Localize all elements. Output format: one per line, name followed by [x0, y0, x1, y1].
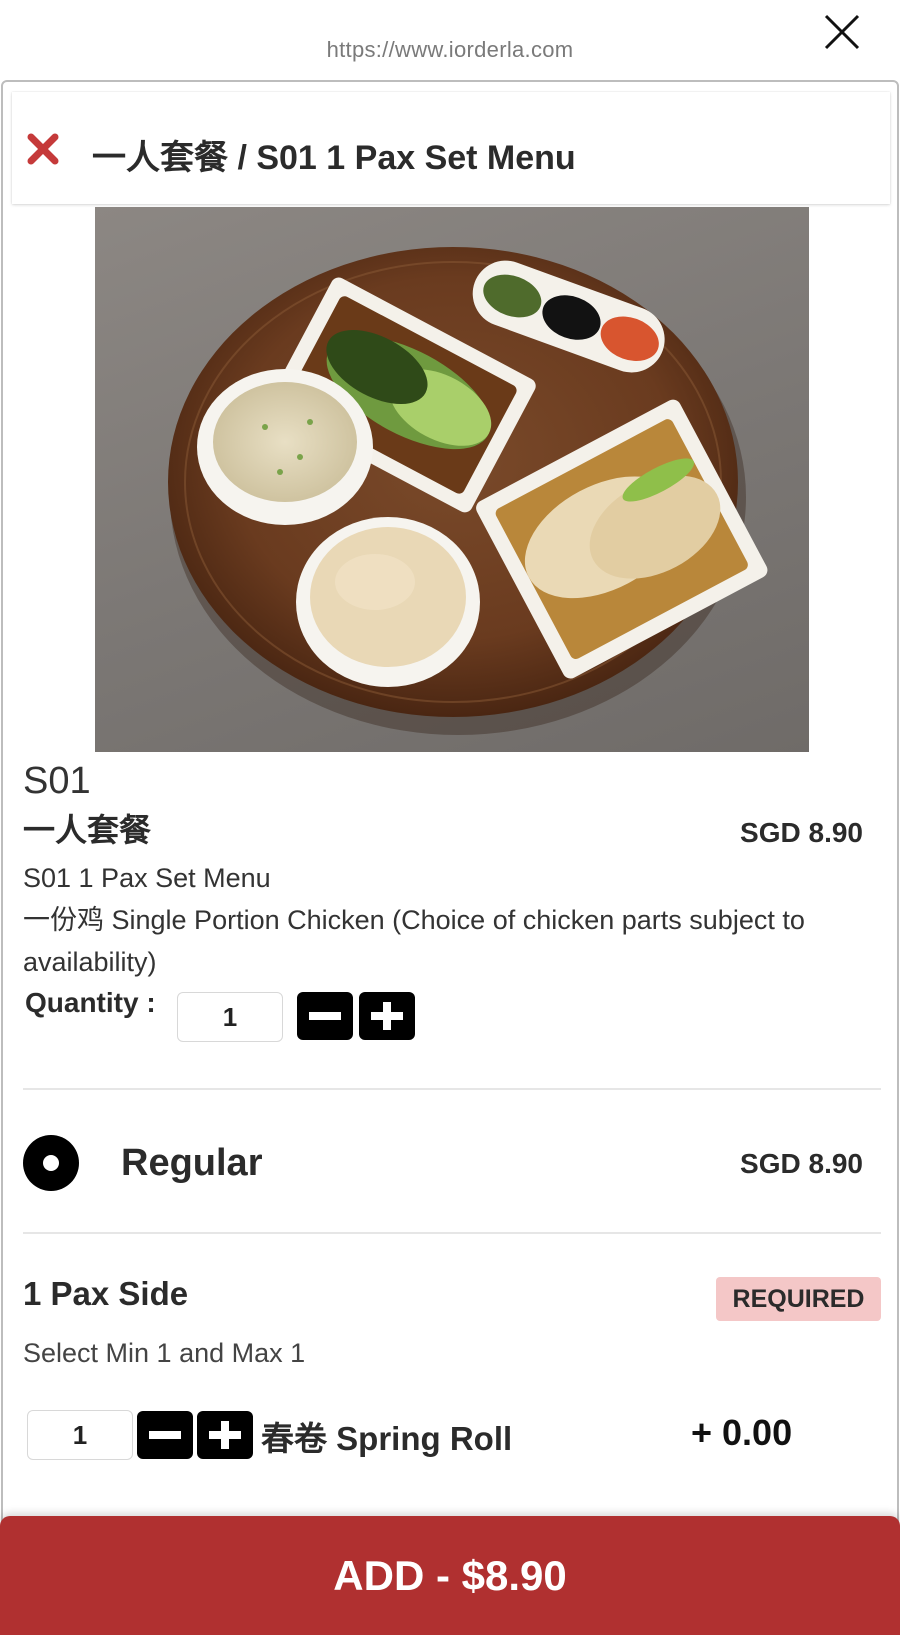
item-modal: 一人套餐 / S01 1 Pax Set Menu S01 一人套餐 SGD 8… [1, 80, 899, 1635]
option-increase-button[interactable] [197, 1411, 253, 1459]
page: https://www.iorderla.com 一人套餐 / S01 1 Pa… [0, 0, 900, 1635]
add-to-cart-button[interactable]: ADD - $8.90 [0, 1516, 900, 1635]
modal-title: 一人套餐 / S01 1 Pax Set Menu [92, 139, 576, 177]
divider [23, 1232, 881, 1234]
decrease-quantity-button[interactable] [297, 992, 353, 1040]
required-badge: REQUIRED [716, 1277, 881, 1321]
item-price: SGD 8.90 [740, 817, 863, 848]
variant-label: Regular [121, 1142, 263, 1184]
divider [23, 1088, 881, 1090]
option-price: + 0.00 [691, 1412, 793, 1453]
variant-radio-regular[interactable] [23, 1135, 79, 1191]
dish-photo [95, 207, 809, 752]
browser-bar: https://www.iorderla.com [0, 0, 900, 80]
add-button-label: ADD - $8.90 [333, 1552, 567, 1599]
item-description-line1: S01 1 Pax Set Menu [23, 863, 271, 893]
option-group-subtitle: Select Min 1 and Max 1 [23, 1338, 306, 1368]
modal-header: 一人套餐 / S01 1 Pax Set Menu [12, 92, 890, 204]
option-decrease-button[interactable] [137, 1411, 193, 1459]
option-label: 春卷 Spring Roll [261, 1420, 513, 1457]
minus-icon [149, 1431, 181, 1439]
item-code: S01 [23, 760, 91, 802]
quantity-input[interactable]: 1 [177, 992, 283, 1042]
url-text: https://www.iorderla.com [326, 37, 574, 62]
item-name-cn: 一人套餐 [23, 812, 152, 848]
close-icon[interactable] [822, 12, 862, 52]
item-description-line2: 一份鸡 Single Portion Chicken (Choice of ch… [23, 905, 805, 977]
option-quantity-input[interactable]: 1 [27, 1410, 133, 1460]
close-x-icon[interactable] [26, 132, 60, 166]
minus-icon [309, 1012, 341, 1020]
item-description: S01 1 Pax Set Menu 一份鸡 Single Portion Ch… [23, 857, 883, 983]
option-group-title: 1 Pax Side [23, 1275, 189, 1312]
radio-selected-dot [43, 1155, 59, 1171]
variant-price: SGD 8.90 [740, 1148, 863, 1179]
quantity-label: Quantity : [25, 987, 156, 1018]
increase-quantity-button[interactable] [359, 992, 415, 1040]
